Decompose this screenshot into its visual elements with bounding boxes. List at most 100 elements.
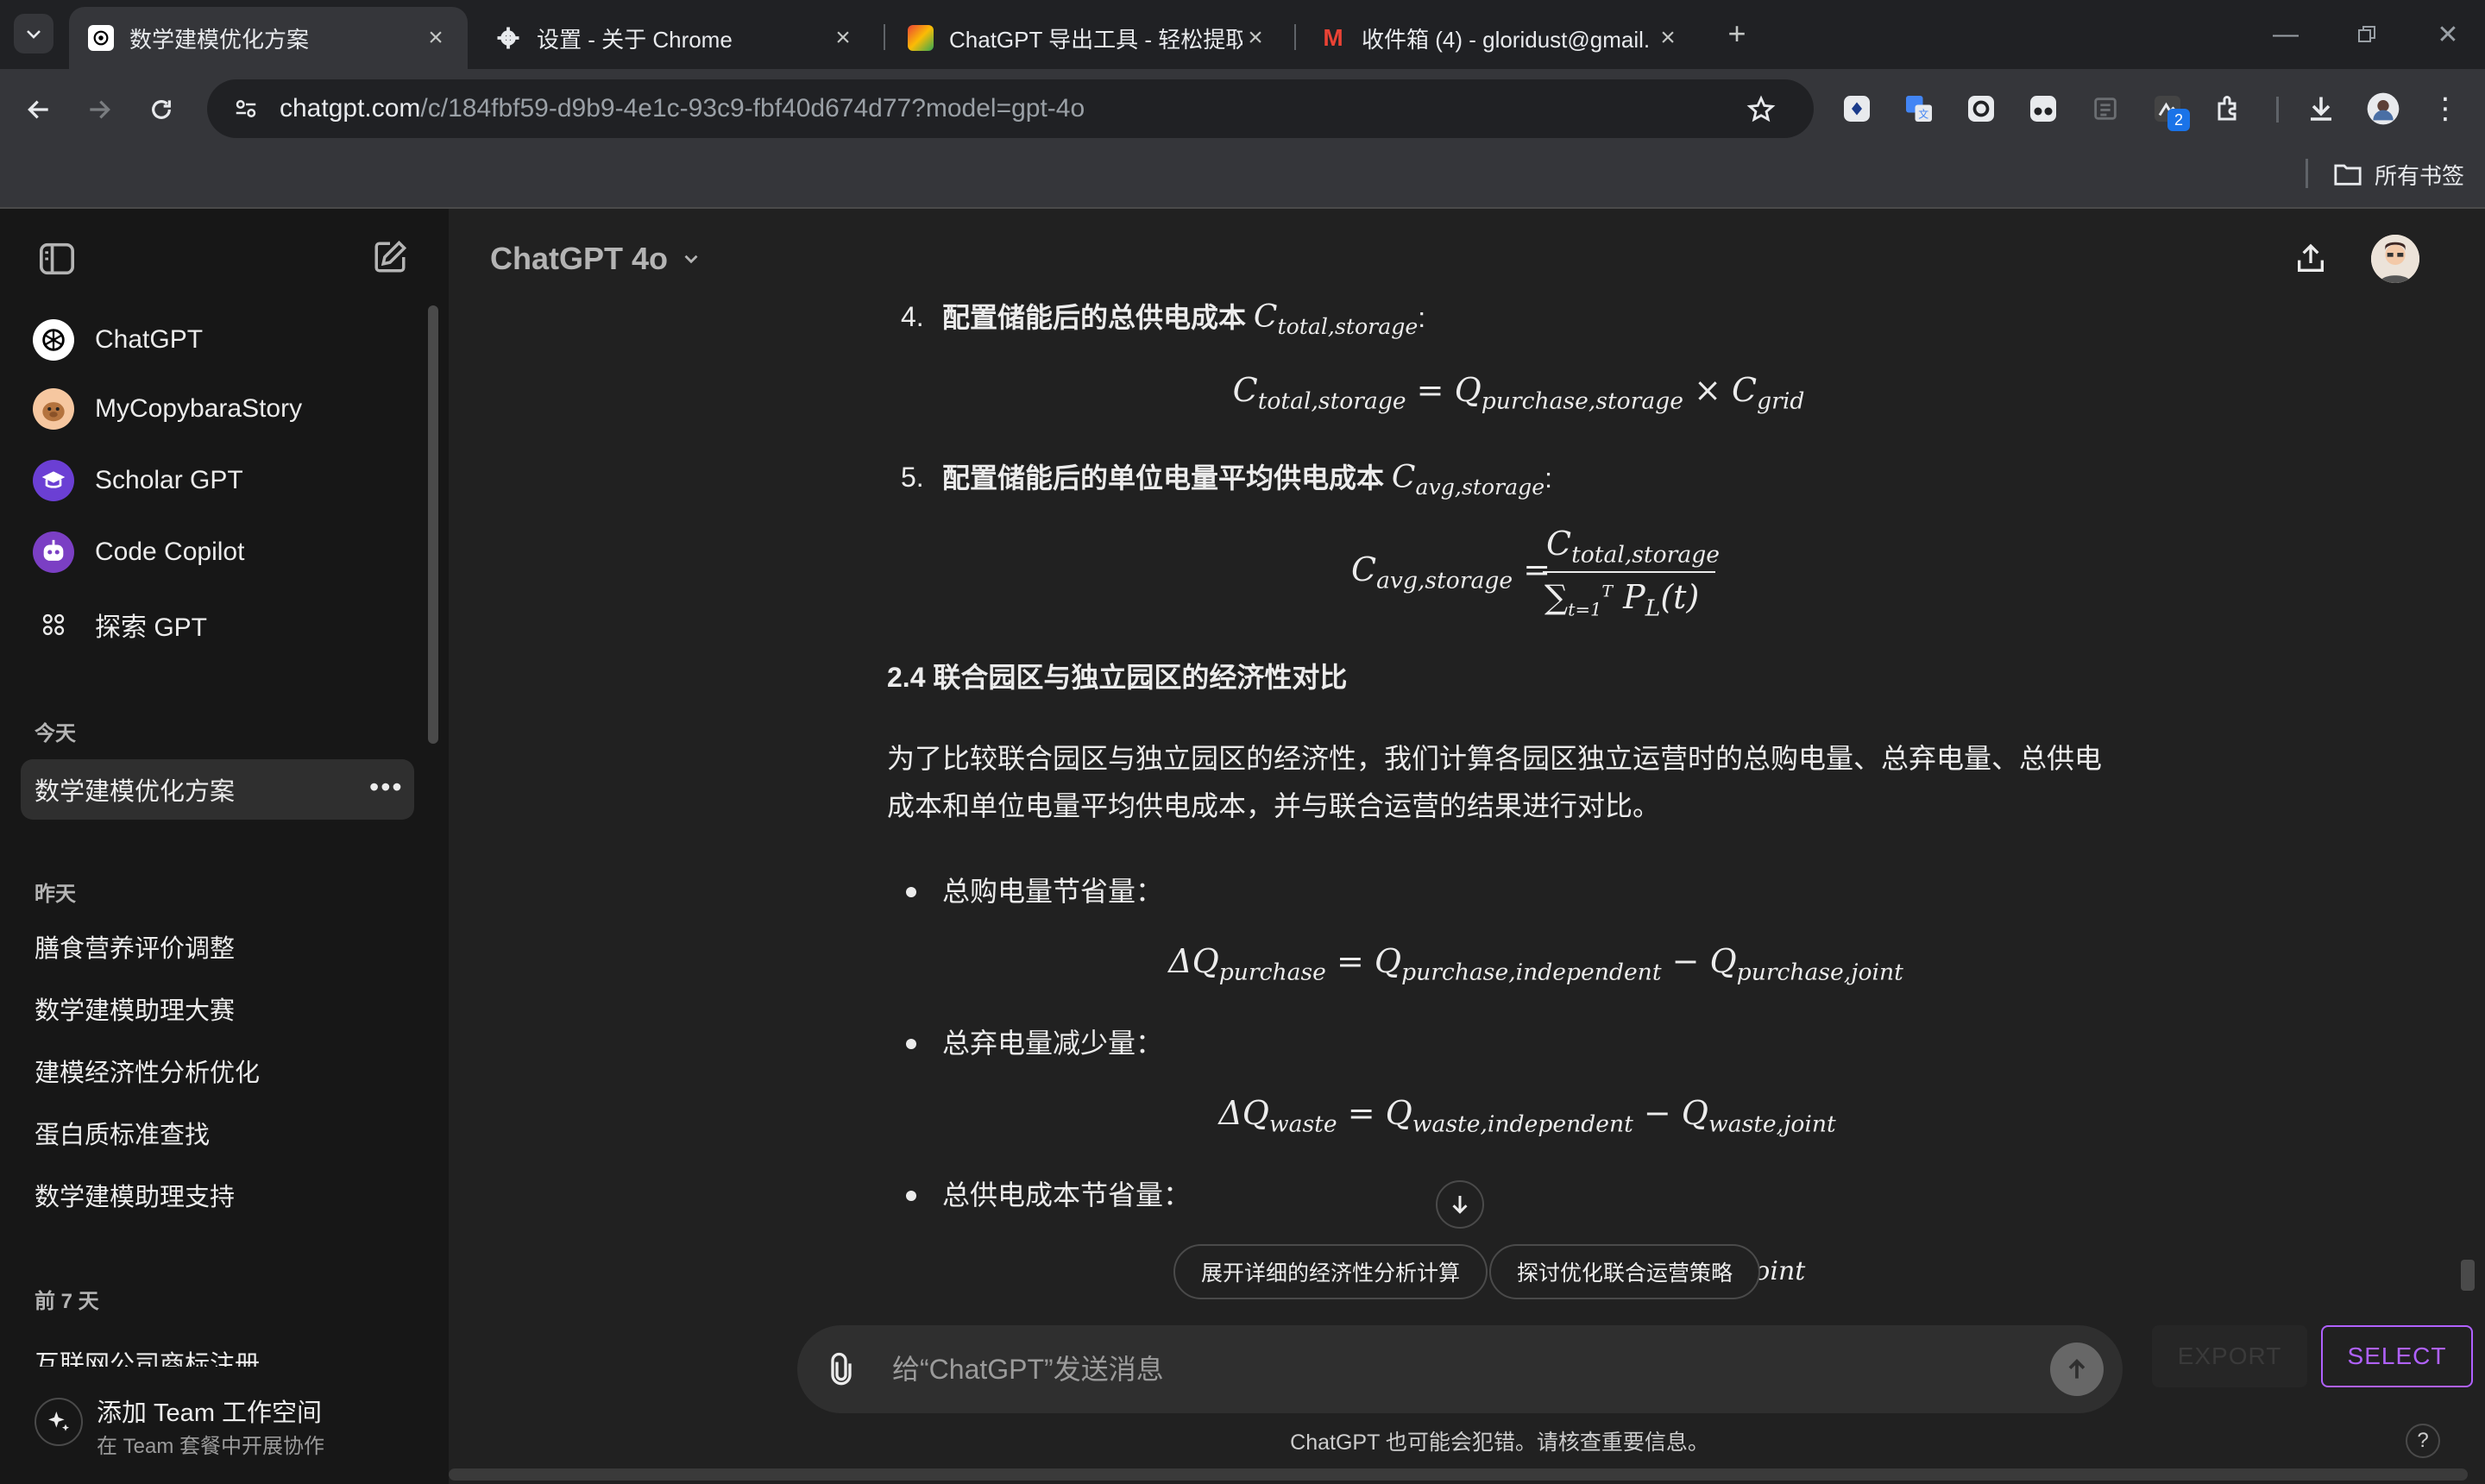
explore-grid-icon — [33, 604, 74, 645]
team-upsell[interactable]: 添加 Team 工作空间 在 Team 套餐中开展协作 — [0, 1372, 449, 1484]
share-icon — [2298, 243, 2324, 272]
close-tab-icon[interactable]: × — [423, 23, 449, 53]
site-info-icon[interactable] — [233, 96, 259, 122]
openai-logo-icon — [33, 319, 74, 361]
paperclip-icon — [831, 1352, 852, 1386]
extension-1-icon[interactable] — [1838, 90, 1876, 128]
sidebar-item-code-copilot[interactable]: Code Copilot — [21, 518, 414, 587]
back-button[interactable] — [16, 86, 62, 133]
bookmarks-bar — [0, 148, 2485, 209]
toggle-sidebar-button[interactable] — [33, 235, 81, 283]
history-heading-today: 今天 — [35, 722, 76, 745]
close-tab-icon[interactable]: × — [1242, 23, 1268, 53]
svg-text:文: 文 — [1918, 108, 1928, 121]
address-bar[interactable]: chatgpt.com/c/184fbf59-d9b9-4e1c-93c9-fb… — [207, 79, 1814, 138]
browser-tab-strip: 数学建模优化方案 × 设置 - 关于 Chrome × ChatGPT 导出工具… — [0, 0, 2485, 69]
team-subtitle: 在 Team 套餐中开展协作 — [97, 1435, 325, 1458]
chat-list-clip: 互联网公司商标注册 — [21, 1332, 414, 1367]
scroll-down-button[interactable] — [1436, 1180, 1484, 1229]
history-heading-yesterday: 昨天 — [35, 883, 76, 906]
tab-manager-extension-icon[interactable] — [2086, 90, 2124, 128]
sidebar-scrollbar[interactable] — [428, 305, 438, 744]
close-window-button[interactable]: ✕ — [2407, 0, 2485, 69]
horizontal-scrollbar[interactable] — [449, 1468, 2468, 1481]
tab-title: ChatGPT 导出工具 - 轻松提取 — [949, 26, 1242, 53]
new-tab-button[interactable]: + — [1717, 14, 1757, 53]
chevron-down-icon — [27, 30, 41, 39]
help-button[interactable]: ? — [2406, 1424, 2440, 1458]
incognito-extension-icon[interactable] — [2024, 90, 2062, 128]
download-icon[interactable] — [2302, 90, 2340, 128]
translate-icon[interactable]: 文 — [1900, 90, 1938, 128]
export-tool-favicon-icon — [908, 25, 934, 51]
equation-purchase-saving: ΔQpurchase = Qpurchase,independent − Qpu… — [1168, 942, 1903, 986]
tab-chrome-settings[interactable]: 设置 - 关于 Chrome × — [476, 7, 875, 69]
suggestion-chip[interactable]: 展开详细的经济性分析计算 — [1173, 1244, 1488, 1299]
list-item-5: 5. — [901, 454, 924, 501]
forward-button[interactable] — [76, 86, 123, 133]
capybara-avatar-icon — [33, 388, 74, 430]
message-input[interactable]: 给“ChatGPT”发送消息 — [892, 1348, 1164, 1387]
message-composer: 给“ChatGPT”发送消息 — [797, 1325, 2123, 1413]
sidebar-item-explore-gpts[interactable]: 探索 GPT — [21, 590, 414, 659]
chat-item[interactable]: 蛋白质标准查找 — [21, 1103, 414, 1163]
select-button[interactable]: SELECT — [2321, 1325, 2473, 1387]
more-options-icon[interactable]: ••• — [369, 771, 404, 803]
gmail-icon: M — [1323, 24, 1343, 51]
content-scrollbar[interactable] — [2461, 1260, 2475, 1291]
close-tab-icon[interactable]: × — [830, 23, 856, 53]
tab-search-button[interactable] — [14, 14, 53, 53]
section-paragraph: 为了比较联合园区与独立园区的经济性，我们计算各园区独立运营时的总购电量、总弃电量… — [887, 735, 2112, 830]
reload-button[interactable] — [138, 86, 185, 133]
math-inline: Cavg,storage — [1391, 460, 1545, 500]
bullet-dot — [906, 1191, 916, 1201]
send-button[interactable] — [2050, 1343, 2104, 1396]
chrome-menu-icon[interactable]: ⋮ — [2426, 90, 2464, 128]
list-number: 4. — [901, 301, 924, 332]
export-button[interactable]: EXPORT — [2152, 1325, 2307, 1387]
sidebar-item-label: Scholar GPT — [95, 466, 243, 494]
extensions-puzzle-icon[interactable] — [2211, 90, 2249, 128]
equation-avg-cost: Cavg,storage = Ctotal,storage ∑t=1T PL(t… — [1351, 525, 1720, 622]
sidebar-item-scholar-gpt[interactable]: Scholar GPT — [21, 446, 414, 515]
math-inline: Ctotal,storage — [1253, 299, 1419, 340]
chat-item[interactable]: 数学建模助理大赛 — [21, 978, 414, 1039]
chatgpt-export-extension-icon[interactable]: 2 — [2148, 90, 2190, 131]
history-heading-7days: 前 7 天 — [35, 1290, 99, 1313]
sidebar-item-label: ChatGPT — [95, 325, 204, 354]
sidebar-item-chatgpt[interactable]: ChatGPT — [21, 305, 414, 374]
bullet-dot — [906, 1039, 916, 1049]
url-text[interactable]: chatgpt.com/c/184fbf59-d9b9-4e1c-93c9-fb… — [280, 94, 1085, 123]
url-path: /c/184fbf59-d9b9-4e1c-93c9-fbf40d674d77?… — [420, 94, 1085, 123]
restore-button[interactable] — [2326, 0, 2407, 69]
tab-gmail-inbox[interactable]: M 收件箱 (4) - gloridust@gmail. × — [1301, 7, 1700, 69]
chat-item[interactable]: 建模经济性分析优化 — [21, 1041, 414, 1101]
chat-item[interactable]: 互联网公司商标注册 — [21, 1332, 414, 1367]
suggestion-chip[interactable]: 探讨优化联合运营策略 — [1489, 1244, 1761, 1299]
new-chat-button[interactable] — [366, 233, 414, 281]
gear-icon — [495, 25, 521, 51]
minimize-button[interactable]: — — [2245, 0, 2326, 69]
arrow-up-icon — [2068, 1359, 2086, 1379]
sidebar-item-mycopybarastory[interactable]: MyCopybaraStory — [21, 374, 414, 443]
share-button[interactable] — [2287, 235, 2335, 283]
chat-item-label: 数学建模优化方案 — [35, 778, 236, 806]
chat-item-active[interactable]: 数学建模优化方案 ••• — [21, 759, 414, 820]
model-selector[interactable]: ChatGPT 4o — [490, 235, 702, 283]
arrow-right-icon — [90, 100, 110, 119]
chat-item[interactable]: 膳食营养评价调整 — [21, 916, 414, 977]
list-item-label: 配置储能后的单位电量平均供电成本 — [942, 462, 1385, 494]
bookmark-star-icon[interactable] — [1746, 95, 1776, 124]
profile-avatar[interactable] — [2364, 90, 2402, 128]
tab-title: 数学建模优化方案 — [129, 26, 310, 53]
close-tab-icon[interactable]: × — [1655, 23, 1681, 53]
equation-total-cost: Ctotal,storage = Qpurchase,storage × Cgr… — [1232, 371, 1805, 415]
tab-math-modeling[interactable]: 数学建模优化方案 × — [69, 7, 468, 69]
tab-chatgpt-export-tool[interactable]: ChatGPT 导出工具 - 轻松提取 × — [889, 7, 1287, 69]
chat-item[interactable]: 数学建模助理支持 — [21, 1165, 414, 1225]
screenshot-extension-icon[interactable] — [1962, 90, 2000, 128]
user-avatar[interactable] — [2371, 235, 2419, 283]
attach-button[interactable] — [820, 1348, 863, 1391]
all-bookmarks-label: 所有书签 — [2375, 162, 2465, 189]
all-bookmarks-button[interactable]: 所有书签 — [2333, 155, 2464, 193]
